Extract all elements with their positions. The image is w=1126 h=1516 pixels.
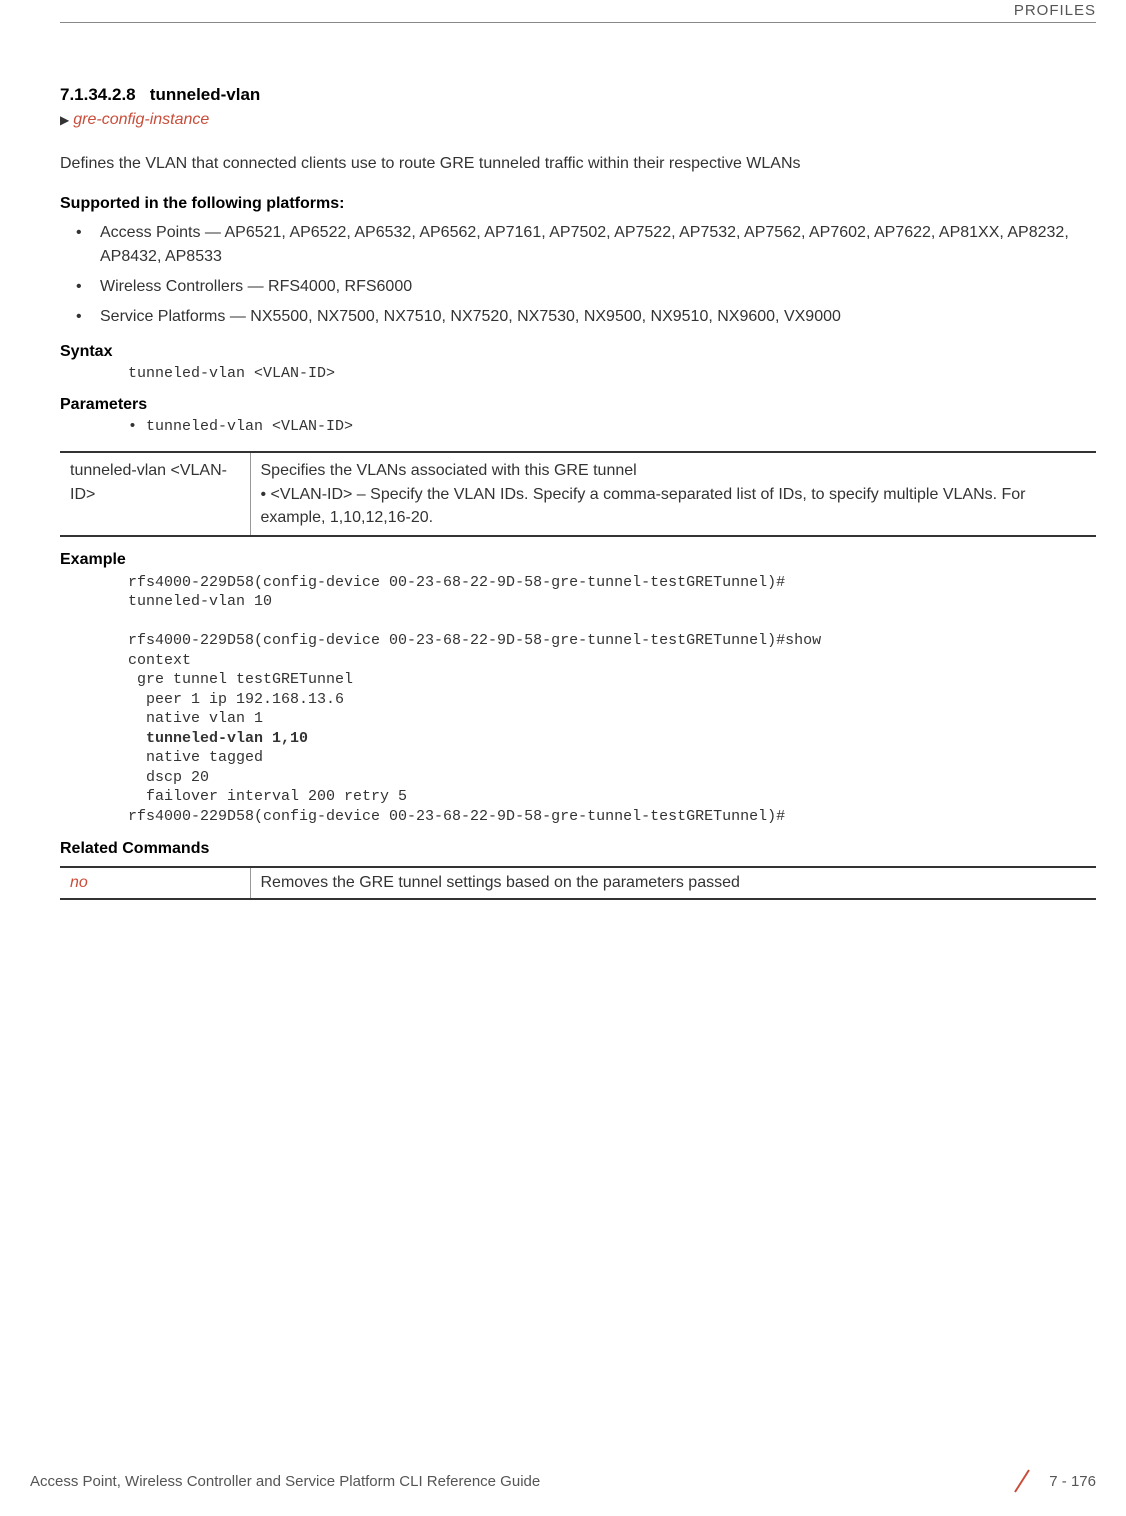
page-number: 7 - 176: [1049, 1473, 1096, 1490]
breadcrumb: ▶ gre-config-instance: [60, 111, 1096, 129]
syntax-heading: Syntax: [60, 343, 1096, 361]
related-desc-cell: Removes the GRE tunnel settings based on…: [250, 867, 1096, 899]
section-heading: 7.1.34.2.8 tunneled-vlan: [60, 85, 1096, 105]
syntax-code: tunneled-vlan <VLAN-ID>: [128, 365, 1096, 382]
param-desc-sub: <VLAN-ID> – Specify the VLAN IDs. Specif…: [261, 483, 1087, 529]
page-footer: Access Point, Wireless Controller and Se…: [30, 1468, 1096, 1494]
code-line: rfs4000-229D58(config-device 00-23-68-22…: [128, 632, 821, 649]
example-code: rfs4000-229D58(config-device 00-23-68-22…: [128, 573, 1096, 827]
footer-page: 7 - 176: [1009, 1468, 1096, 1494]
parameters-heading: Parameters: [60, 396, 1096, 414]
code-line: dscp 20: [128, 769, 209, 786]
chapter-title: PROFILES: [1014, 2, 1096, 19]
related-table: no Removes the GRE tunnel settings based…: [60, 866, 1096, 900]
code-line: peer 1 ip 192.168.13.6: [128, 691, 344, 708]
code-line: context: [128, 652, 191, 669]
param-name-cell: tunneled-vlan <VLAN-ID>: [60, 452, 250, 536]
list-item: Access Points — AP6521, AP6522, AP6532, …: [100, 221, 1096, 269]
table-row: tunneled-vlan <VLAN-ID> Specifies the VL…: [60, 452, 1096, 536]
code-line: rfs4000-229D58(config-device 00-23-68-22…: [128, 808, 785, 825]
main-content: 7.1.34.2.8 tunneled-vlan ▶ gre-config-ins…: [60, 85, 1096, 900]
table-row: no Removes the GRE tunnel settings based…: [60, 867, 1096, 899]
code-line: rfs4000-229D58(config-device 00-23-68-22…: [128, 574, 785, 591]
related-cmd-cell[interactable]: no: [60, 867, 250, 899]
list-item: Wireless Controllers — RFS4000, RFS6000: [100, 275, 1096, 299]
footer-title: Access Point, Wireless Controller and Se…: [30, 1473, 540, 1490]
code-line-bold: tunneled-vlan 1,10: [128, 730, 308, 747]
parameters-code: tunneled-vlan <VLAN-ID>: [128, 418, 1096, 435]
supported-heading: Supported in the following platforms:: [60, 195, 1096, 213]
code-line: gre tunnel testGRETunnel: [128, 671, 353, 688]
param-desc-line: Specifies the VLANs associated with this…: [261, 459, 1087, 482]
section-number: 7.1.34.2.8: [60, 85, 136, 104]
param-desc-cell: Specifies the VLANs associated with this…: [250, 452, 1096, 536]
code-line: native vlan 1: [128, 710, 263, 727]
list-item: Service Platforms — NX5500, NX7500, NX75…: [100, 305, 1096, 329]
supported-list: Access Points — AP6521, AP6522, AP6532, …: [60, 221, 1096, 329]
header-rule: [60, 22, 1096, 23]
breadcrumb-text[interactable]: gre-config-instance: [73, 111, 209, 128]
parameters-table: tunneled-vlan <VLAN-ID> Specifies the VL…: [60, 451, 1096, 537]
intro-text: Defines the VLAN that connected clients …: [60, 153, 1096, 175]
code-line: native tagged: [128, 749, 263, 766]
code-line: failover interval 200 retry 5: [128, 788, 407, 805]
related-heading: Related Commands: [60, 840, 1096, 858]
breadcrumb-arrow-icon: ▶: [60, 113, 69, 127]
section-title: tunneled-vlan: [150, 85, 261, 104]
footer-slash-icon: [1009, 1468, 1035, 1494]
code-line: tunneled-vlan 10: [128, 593, 272, 610]
example-heading: Example: [60, 551, 1096, 569]
